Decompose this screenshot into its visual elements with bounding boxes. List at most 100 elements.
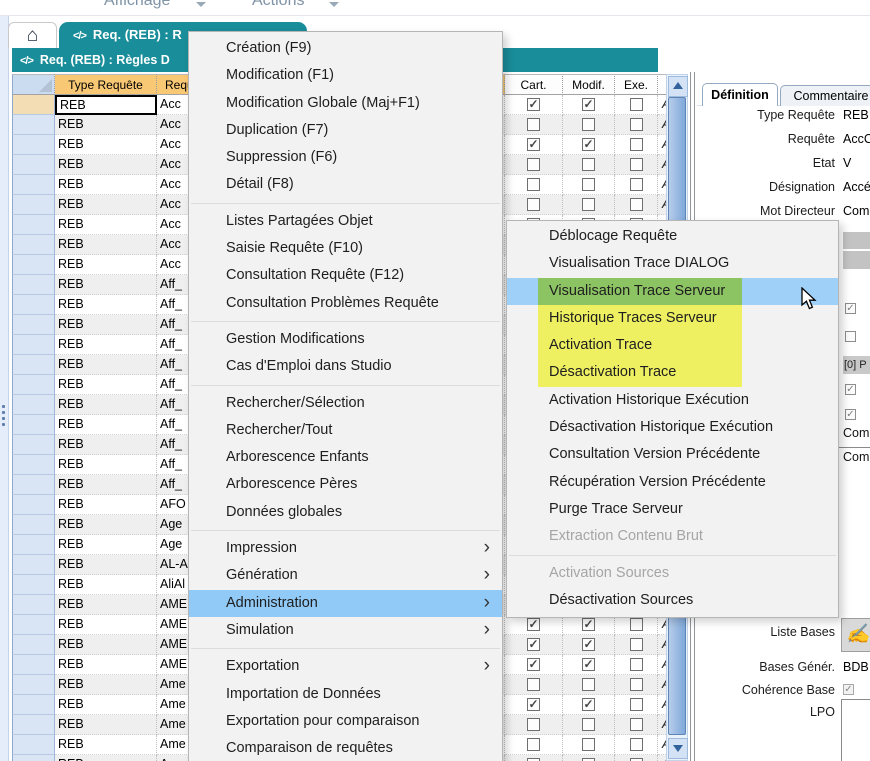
row-header[interactable] bbox=[12, 695, 55, 715]
exe-checkbox[interactable] bbox=[630, 738, 643, 751]
row-header[interactable] bbox=[12, 415, 55, 435]
menu-item-administration[interactable]: Administration› bbox=[189, 590, 502, 617]
modif-checkbox[interactable] bbox=[582, 198, 595, 211]
row-header[interactable] bbox=[12, 655, 55, 675]
cell-type-requete[interactable]: REB bbox=[55, 375, 157, 395]
menu-item-visualisation-trace-dialog[interactable]: Visualisation Trace DIALOG bbox=[507, 250, 838, 277]
cell-type-requete[interactable]: REB bbox=[55, 655, 157, 675]
column-header-exe[interactable]: Exe. bbox=[615, 74, 658, 95]
cell-type-requete[interactable]: REB bbox=[55, 455, 157, 475]
scroll-up-button[interactable] bbox=[668, 76, 688, 97]
exe-checkbox[interactable] bbox=[630, 138, 643, 151]
cell-type-requete[interactable]: REB bbox=[55, 695, 157, 715]
cell-type-requete[interactable]: REB bbox=[55, 635, 157, 655]
cell-type-requete[interactable]: REB bbox=[55, 555, 157, 575]
menu-item-cas-d-emploi-dans-studio[interactable]: Cas d'Emploi dans Studio bbox=[189, 353, 502, 380]
menu-item-cr-ation-f9[interactable]: Création (F9) bbox=[189, 35, 502, 62]
exe-checkbox[interactable] bbox=[630, 158, 643, 171]
exe-checkbox[interactable] bbox=[630, 98, 643, 111]
modif-checkbox[interactable]: ✓ bbox=[582, 618, 595, 631]
menu-item-donn-es-globales[interactable]: Données globales bbox=[189, 499, 502, 526]
row-header[interactable] bbox=[12, 755, 55, 761]
tab-home[interactable]: ⌂ bbox=[8, 22, 57, 48]
cell-type-requete[interactable]: REB bbox=[55, 535, 157, 555]
menu-item-d-blocage-requ-te[interactable]: Déblocage Requête bbox=[507, 223, 838, 250]
row-header[interactable] bbox=[12, 375, 55, 395]
dropdown-caret-icon[interactable] bbox=[329, 2, 339, 7]
menu-actions[interactable]: Actions bbox=[252, 0, 304, 10]
cell-type-requete[interactable]: REB bbox=[55, 715, 157, 735]
exe-checkbox[interactable] bbox=[630, 678, 643, 691]
row-header[interactable] bbox=[12, 275, 55, 295]
cart-checkbox[interactable] bbox=[527, 198, 540, 211]
menu-item-gestion-modifications[interactable]: Gestion Modifications bbox=[189, 326, 502, 353]
cell-type-requete[interactable]: REB bbox=[55, 435, 157, 455]
row-header[interactable] bbox=[12, 135, 55, 155]
cell-type-requete[interactable]: REB bbox=[55, 595, 157, 615]
row-header[interactable] bbox=[12, 95, 55, 115]
scroll-down-button[interactable] bbox=[668, 738, 688, 759]
cart-checkbox[interactable] bbox=[527, 678, 540, 691]
modif-checkbox[interactable] bbox=[582, 678, 595, 691]
row-header[interactable] bbox=[12, 475, 55, 495]
row-header[interactable] bbox=[12, 295, 55, 315]
coherence-base-checkbox[interactable]: ✓ bbox=[843, 684, 854, 695]
row-header[interactable] bbox=[12, 675, 55, 695]
cart-checkbox[interactable]: ✓ bbox=[527, 698, 540, 711]
exe-checkbox[interactable] bbox=[630, 658, 643, 671]
left-splitter-strip[interactable] bbox=[0, 16, 9, 761]
strip-checkbox-checked[interactable]: ✓ bbox=[845, 409, 856, 420]
row-header[interactable] bbox=[12, 395, 55, 415]
cell-type-requete[interactable]: REB bbox=[55, 175, 157, 195]
cell-type-requete[interactable]: REB bbox=[55, 755, 157, 761]
exe-checkbox[interactable] bbox=[630, 718, 643, 731]
modif-checkbox[interactable]: ✓ bbox=[582, 138, 595, 151]
menu-item-exportation[interactable]: Exportation› bbox=[189, 653, 502, 680]
cell-type-requete[interactable]: REB bbox=[55, 495, 157, 515]
exe-checkbox[interactable] bbox=[630, 198, 643, 211]
menu-item-d-tail-f8[interactable]: Détail (F8) bbox=[189, 171, 502, 198]
modif-checkbox[interactable]: ✓ bbox=[582, 658, 595, 671]
cell-type-requete[interactable]: REB bbox=[55, 355, 157, 375]
row-header[interactable] bbox=[12, 575, 55, 595]
cell-type-requete[interactable]: REB bbox=[55, 95, 157, 115]
cell-type-requete[interactable]: REB bbox=[55, 115, 157, 135]
row-header[interactable] bbox=[12, 535, 55, 555]
row-header[interactable] bbox=[12, 315, 55, 335]
cell-type-requete[interactable]: REB bbox=[55, 215, 157, 235]
cart-checkbox[interactable] bbox=[527, 718, 540, 731]
cart-checkbox[interactable]: ✓ bbox=[527, 618, 540, 631]
modif-checkbox[interactable]: ✓ bbox=[582, 98, 595, 111]
exe-checkbox[interactable] bbox=[630, 638, 643, 651]
exe-checkbox[interactable] bbox=[630, 118, 643, 131]
menu-item-duplication-f7[interactable]: Duplication (F7) bbox=[189, 117, 502, 144]
exe-checkbox[interactable] bbox=[630, 618, 643, 631]
row-header[interactable] bbox=[12, 435, 55, 455]
row-header[interactable] bbox=[12, 255, 55, 275]
menu-item-purge-trace-serveur[interactable]: Purge Trace Serveur bbox=[507, 496, 838, 523]
cell-type-requete[interactable]: REB bbox=[55, 255, 157, 275]
exe-checkbox[interactable] bbox=[630, 698, 643, 711]
menu-item-exportation-pour-comparaison[interactable]: Exportation pour comparaison bbox=[189, 708, 502, 735]
strip-checkbox-checked[interactable]: ✓ bbox=[845, 303, 856, 314]
menu-item-consultation-version-pr-c-dente[interactable]: Consultation Version Précédente bbox=[507, 441, 838, 468]
row-header[interactable] bbox=[12, 555, 55, 575]
cell-type-requete[interactable]: REB bbox=[55, 295, 157, 315]
cell-type-requete[interactable]: REB bbox=[55, 415, 157, 435]
row-header[interactable] bbox=[12, 115, 55, 135]
menu-item-arborescence-enfants[interactable]: Arborescence Enfants bbox=[189, 444, 502, 471]
cart-checkbox[interactable] bbox=[527, 158, 540, 171]
modif-checkbox[interactable] bbox=[582, 118, 595, 131]
cart-checkbox[interactable] bbox=[527, 118, 540, 131]
menu-item-d-sactivation-sources[interactable]: Désactivation Sources bbox=[507, 587, 838, 614]
cell-type-requete[interactable]: REB bbox=[55, 395, 157, 415]
row-header[interactable] bbox=[12, 735, 55, 755]
menu-item-r-cup-ration-version-pr-c-dente[interactable]: Récupération Version Précédente bbox=[507, 469, 838, 496]
cell-type-requete[interactable]: REB bbox=[55, 275, 157, 295]
exe-checkbox[interactable] bbox=[630, 178, 643, 191]
cart-checkbox[interactable] bbox=[527, 178, 540, 191]
strip-checkbox[interactable] bbox=[845, 331, 856, 342]
dropdown-caret-icon[interactable] bbox=[196, 2, 206, 7]
liste-bases-button[interactable]: ✍ bbox=[841, 618, 870, 652]
cell-type-requete[interactable]: REB bbox=[55, 155, 157, 175]
